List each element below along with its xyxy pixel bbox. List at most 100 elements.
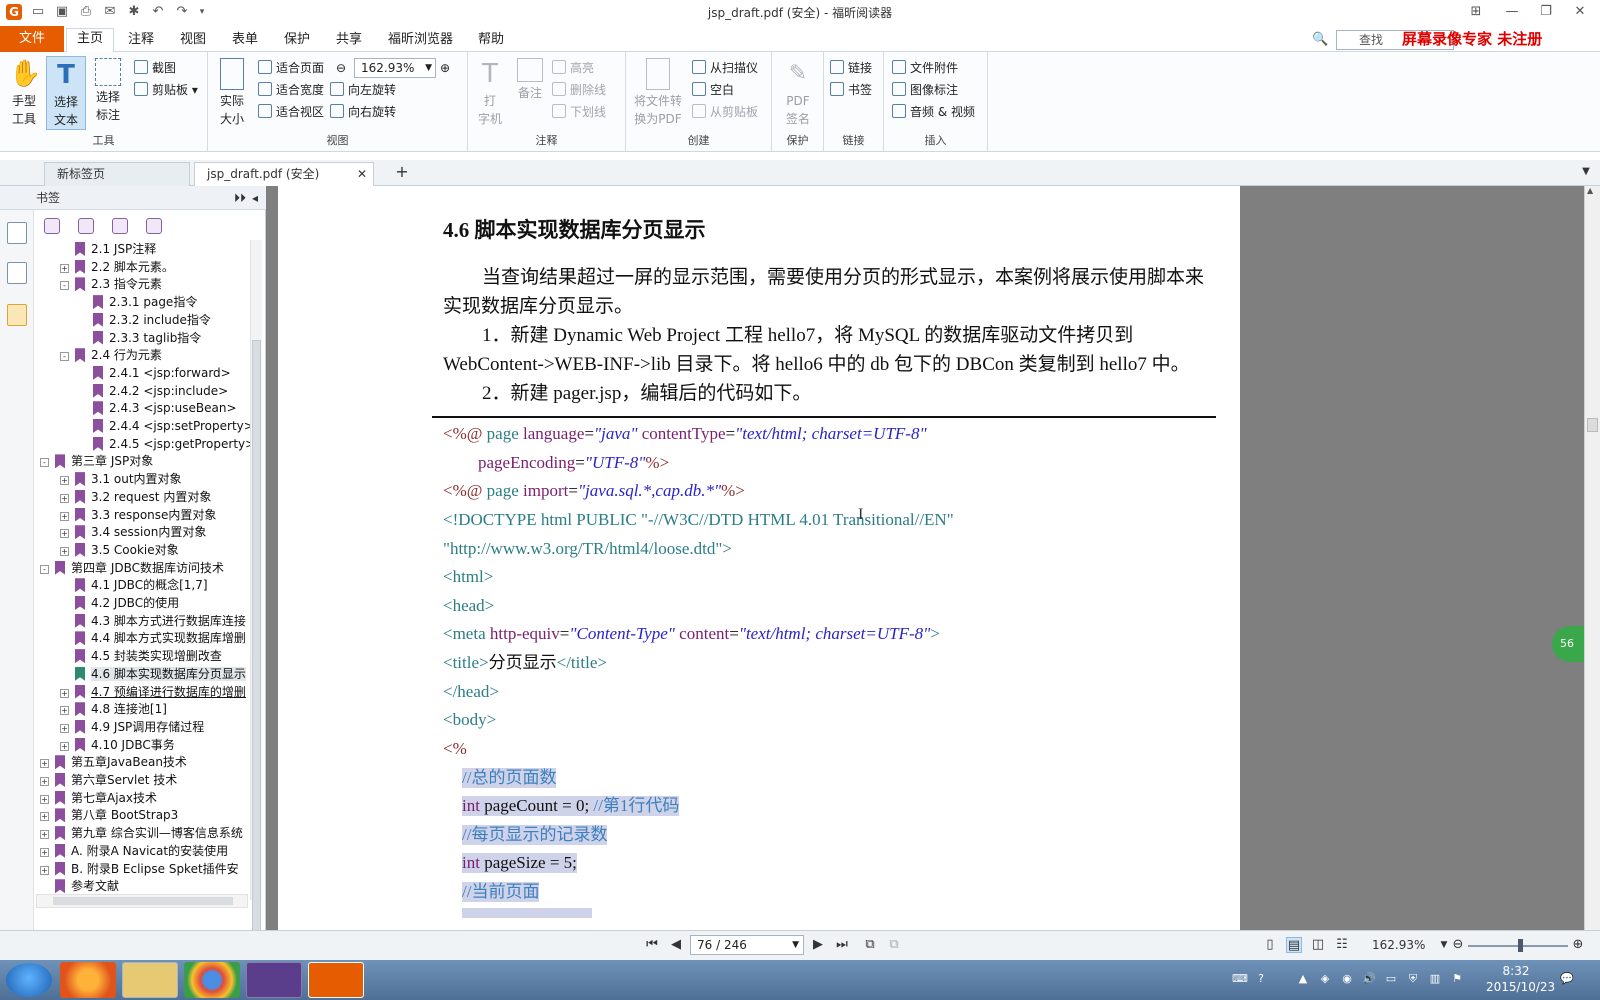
expand-icon[interactable]: + xyxy=(40,830,49,840)
start-button[interactable] xyxy=(6,963,52,997)
bookmark-item[interactable]: 4.2 JDBC的使用 xyxy=(60,594,179,612)
bookmark-item[interactable]: - 2.4 行为元素 xyxy=(60,346,162,364)
expand-icon[interactable]: + xyxy=(60,476,69,486)
select-text-button[interactable]: T 选择 文本 xyxy=(46,56,86,130)
bookmark-item[interactable]: - 2.3 指令元素 xyxy=(60,275,162,293)
scroll-up-icon[interactable]: ▲ xyxy=(1587,186,1593,195)
tab-jsp-draft[interactable]: jsp_draft.pdf (安全) ✕ xyxy=(194,162,374,186)
collapse-panel-icon[interactable]: ◂ xyxy=(252,186,258,210)
shield-icon[interactable]: ⛨ xyxy=(1406,972,1420,986)
bookmark-find-icon[interactable] xyxy=(146,218,162,234)
network-icon[interactable]: ▥ xyxy=(1428,972,1442,986)
keyboard-icon[interactable]: ⌨ xyxy=(1232,972,1248,986)
status-zoom-out-icon[interactable]: ⊖ xyxy=(1450,937,1466,953)
collapse-icon[interactable]: - xyxy=(40,564,49,574)
hand-tool-button[interactable]: ✋ 手型 工具 xyxy=(4,56,44,130)
tab-home[interactable]: 主页 xyxy=(66,28,115,54)
expand-icon[interactable]: + xyxy=(60,741,69,751)
tab-foxit-browser[interactable]: 福昕浏览器 xyxy=(378,30,463,52)
clock[interactable]: 8:32 2015/10/23 xyxy=(1486,963,1555,995)
chrome-icon[interactable] xyxy=(184,962,240,998)
tab-comment[interactable]: 注释 xyxy=(118,30,164,52)
code-line-13[interactable]: //总的页面数 xyxy=(462,768,557,788)
foxit-taskbar-icon[interactable] xyxy=(308,962,364,998)
bookmark-item[interactable]: + A. 附录A Navicat的安装使用 xyxy=(40,842,228,860)
bookmark-item[interactable]: 4.4 脚本方式实现数据库增删 xyxy=(60,629,246,647)
expand-icon[interactable]: + xyxy=(40,865,49,875)
antivirus-icon[interactable]: ◈ xyxy=(1318,972,1332,986)
clipboard-button[interactable]: 剪贴板 ▾ xyxy=(134,80,198,100)
zoom-out-button[interactable]: ⊖ xyxy=(336,58,356,78)
restore-button[interactable]: ❐ xyxy=(1532,2,1560,22)
zoom-slider[interactable] xyxy=(1468,939,1568,952)
collapse-icon[interactable]: - xyxy=(60,352,69,362)
tab-list-dropdown-icon[interactable]: ▼ xyxy=(1578,164,1594,180)
bookmark-item[interactable]: + 第六章Servlet 技术 xyxy=(40,771,177,789)
tab-help[interactable]: 帮助 xyxy=(468,30,514,52)
bookmark-item[interactable]: + B. 附录B Eclipse Spket插件安 xyxy=(40,860,239,878)
bookmark-item[interactable]: +4.9 JSP调用存储过程 xyxy=(60,718,204,736)
blank-button[interactable]: 空白 xyxy=(692,80,734,100)
zoom-input[interactable]: 162.93% ▼ xyxy=(354,58,436,78)
bookmark-item[interactable]: + 第五章JavaBean技术 xyxy=(40,753,187,771)
code-line-17[interactable]: //当前页面 xyxy=(462,882,540,902)
bookmark-item[interactable]: +3.3 response内置对象 xyxy=(60,506,216,524)
find-folder-icon[interactable]: 🔍 xyxy=(1312,32,1328,48)
bookmark-item[interactable]: 2.4.3 <jsp:useBean> xyxy=(78,399,237,417)
continuous-facing-icon[interactable]: ☷ xyxy=(1334,937,1350,953)
help-icon[interactable]: ? xyxy=(1254,972,1268,986)
tab-form[interactable]: 表单 xyxy=(222,30,268,52)
close-tab-icon[interactable]: ✕ xyxy=(357,163,367,185)
convert-to-pdf-button[interactable]: 将文件转 换为PDF xyxy=(630,56,686,130)
new-tab-button[interactable]: + xyxy=(394,164,410,180)
eclipse-icon[interactable] xyxy=(246,962,302,998)
flag-icon[interactable]: ⚑ xyxy=(1450,972,1464,986)
next-view-icon[interactable]: ⧉ xyxy=(886,937,902,953)
link-button[interactable]: 链接 xyxy=(830,58,872,78)
scrollbar-thumb[interactable] xyxy=(252,340,261,940)
bookmark-item[interactable]: 参考文献 xyxy=(40,877,119,895)
code-line-14[interactable]: int pageCount = 0; //第1行代码 xyxy=(462,796,680,816)
expand-icon[interactable]: + xyxy=(40,777,49,786)
bookmark-item[interactable]: + 第八章 BootStrap3 xyxy=(40,806,178,824)
close-button[interactable]: ✕ xyxy=(1566,2,1594,22)
fit-width-button[interactable]: 适合宽度 xyxy=(258,80,324,100)
bookmark-button[interactable]: 书签 xyxy=(830,80,872,100)
bookmark-item[interactable]: 4.3 脚本方式进行数据库连接 xyxy=(60,612,246,630)
expand-icon[interactable]: + xyxy=(60,688,69,698)
underline-button[interactable]: 下划线 xyxy=(552,102,606,122)
snapshot-button[interactable]: 截图 xyxy=(134,58,176,78)
bookmark-item[interactable]: +4.10 JDBC事务 xyxy=(60,736,175,754)
page-number-input[interactable]: 76 / 246 ▼ xyxy=(690,935,804,955)
page-dropdown-icon[interactable]: ▼ xyxy=(792,936,799,954)
bookmark-item[interactable]: 4.1 JDBC的概念[1,7] xyxy=(60,576,208,594)
expand-icon[interactable]: + xyxy=(60,263,69,273)
bookmark-item[interactable]: 2.3.1 page指令 xyxy=(78,293,197,311)
bookmark-item[interactable]: +4.7 预编译进行数据库的增删 xyxy=(60,683,246,701)
pages-panel-icon[interactable] xyxy=(7,262,27,284)
expand-icon[interactable]: + xyxy=(40,812,49,822)
bookmark-item[interactable]: 2.3.2 include指令 xyxy=(78,311,211,329)
strikeout-button[interactable]: 删除线 xyxy=(552,80,606,100)
audio-video-button[interactable]: 音频 & 视频 xyxy=(892,102,975,122)
previous-view-icon[interactable]: ⧉ xyxy=(862,937,878,953)
bookmark-tree-hscrollbar[interactable] xyxy=(36,894,248,908)
bookmark-item[interactable]: +3.1 out内置对象 xyxy=(60,470,182,488)
bookmark-item[interactable]: +2.2 脚本元素。 xyxy=(60,258,174,276)
bookmark-item[interactable]: + 第七章Ajax技术 xyxy=(40,789,157,807)
tab-share[interactable]: 共享 xyxy=(326,30,372,52)
collapse-icon[interactable]: - xyxy=(40,458,49,468)
expand-icon[interactable]: + xyxy=(60,493,69,503)
expand-panel-icon[interactable]: ⏵⏵ xyxy=(234,186,246,210)
minimize-button[interactable]: — xyxy=(1498,2,1526,22)
facing-page-icon[interactable]: ◫ xyxy=(1310,937,1326,953)
bookmark-item[interactable]: + 第九章 综合实训—博客信息系统 xyxy=(40,824,243,842)
image-annotation-button[interactable]: 图像标注 xyxy=(892,80,958,100)
bookmark-item[interactable]: +4.8 连接池[1] xyxy=(60,700,167,718)
bookmark-item[interactable]: 2.4.5 <jsp:getProperty> xyxy=(78,435,250,453)
comments-panel-icon[interactable] xyxy=(7,304,27,326)
previous-page-icon[interactable]: ◀ xyxy=(668,937,684,953)
hscrollbar-thumb[interactable] xyxy=(53,897,233,905)
bookmark-tree-scrollbar[interactable] xyxy=(250,240,262,940)
rotate-left-button[interactable]: 向左旋转 xyxy=(330,80,396,100)
